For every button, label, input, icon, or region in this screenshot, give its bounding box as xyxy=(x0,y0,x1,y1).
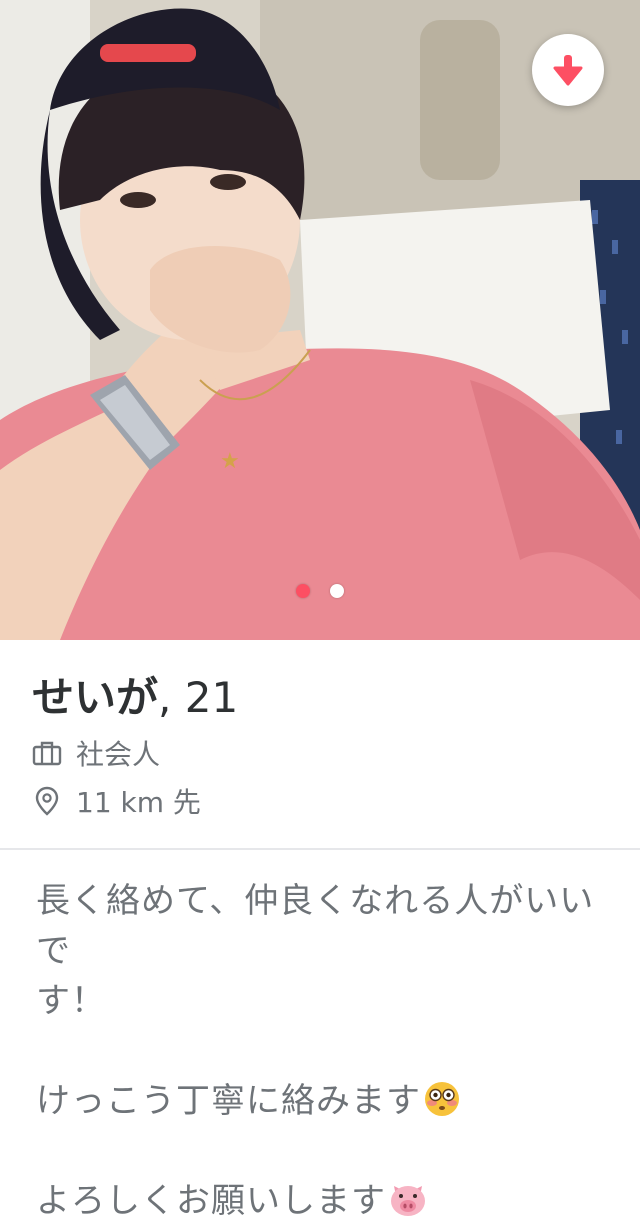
distance-text: 11 km 先 xyxy=(76,786,201,819)
section-divider xyxy=(0,848,640,850)
profile-bio: 長く絡めて、仲良くなれる人がいいで す！ けっこう丁寧に絡みます よろしくお願い… xyxy=(36,876,612,1226)
profile-age: , 21 xyxy=(158,673,239,722)
distance-row: 11 km 先 xyxy=(32,778,608,824)
flushed-face-emoji xyxy=(425,1082,459,1116)
job-title: 社会人 xyxy=(76,738,161,771)
profile-photo[interactable]: ★ xyxy=(0,0,640,640)
location-pin-icon xyxy=(32,786,62,816)
briefcase-icon xyxy=(32,738,62,768)
name-age-heading: せいが, 21 xyxy=(32,668,608,728)
photo-dot-2[interactable] xyxy=(330,584,344,598)
bio-line-3-row: けっこう丁寧に絡みます xyxy=(36,1076,612,1126)
arrow-down-icon xyxy=(553,55,583,86)
profile-name: せいが xyxy=(32,673,159,722)
bio-line-4: よろしくお願いします xyxy=(36,1181,386,1221)
photo-dot-1[interactable] xyxy=(296,584,310,598)
job-row: 社会人 xyxy=(32,730,608,776)
pig-face-emoji xyxy=(391,1186,425,1216)
photo-pagination xyxy=(0,584,640,598)
profile-info: せいが, 21 社会人 11 km 先 xyxy=(32,668,608,824)
bio-line-2: す！ xyxy=(36,981,106,1021)
collapse-profile-button[interactable] xyxy=(532,34,604,106)
bio-line-4-row: よろしくお願いします xyxy=(36,1176,612,1226)
bio-line-1: 長く絡めて、仲良くなれる人がいいで xyxy=(36,881,595,971)
svg-text:★: ★ xyxy=(220,449,240,474)
bio-line-3: けっこう丁寧に絡みます xyxy=(36,1081,421,1121)
